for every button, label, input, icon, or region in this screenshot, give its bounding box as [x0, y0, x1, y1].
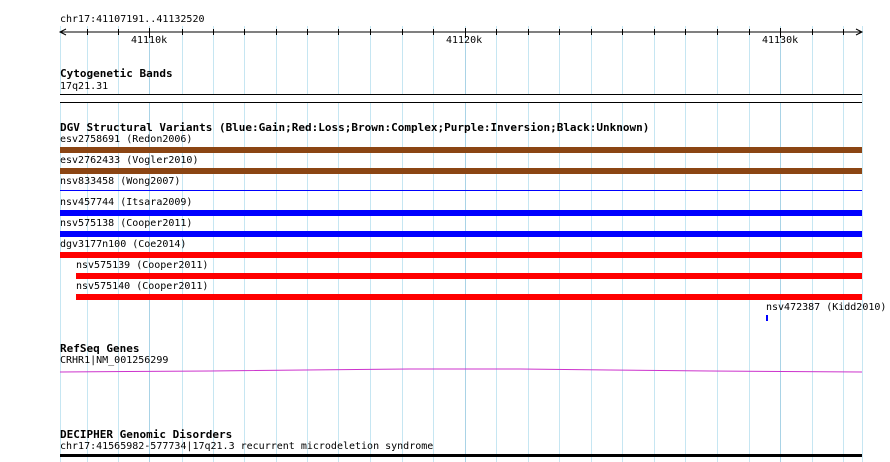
refseq-track-title: RefSeq Genes [60, 342, 140, 355]
variant-bar[interactable] [76, 273, 862, 279]
variant-label: nsv575140 (Cooper2011) [76, 281, 209, 292]
variant-label: esv2762433 (Vogler2010) [60, 155, 199, 166]
cytoband-bar[interactable] [60, 94, 862, 103]
decipher-item-label: chr17:41565982-577734|17q21.3 recurrent … [60, 441, 434, 452]
variant-label: nsv472387 (Kidd2010) [766, 302, 887, 313]
variant-label: nsv575138 (Cooper2011) [60, 218, 193, 229]
variant-label: esv2758691 (Redon2006) [60, 134, 193, 145]
variant-bar[interactable] [766, 315, 768, 321]
variant-bar[interactable] [76, 294, 862, 300]
dgv-track-title: DGV Structural Variants (Blue:Gain;Red:L… [60, 121, 650, 134]
variant-bar[interactable] [60, 147, 862, 153]
variant-label: nsv457744 (Itsara2009) [60, 197, 193, 208]
variant-bar[interactable] [60, 210, 862, 216]
ruler-axis [58, 28, 864, 38]
tick-label-41120k: 41120k [446, 35, 483, 46]
variant-label: dgv3177n100 (Coe2014) [60, 239, 187, 250]
variant-bar[interactable] [60, 252, 862, 258]
variant-label: nsv833458 (Wong2007) [60, 176, 181, 187]
cytoband-label: 17q21.31 [60, 81, 109, 92]
tick-label-41130k: 41130k [762, 35, 799, 46]
variant-bar[interactable] [60, 168, 862, 174]
cytoband-track-title: Cytogenetic Bands [60, 67, 173, 80]
gene-model[interactable] [0, 362, 890, 376]
variant-bar[interactable] [60, 190, 862, 191]
tick-label-41110k: 41110k [131, 35, 168, 46]
variant-label: nsv575139 (Cooper2011) [76, 260, 209, 271]
decipher-bar[interactable] [60, 454, 862, 457]
decipher-track-title: DECIPHER Genomic Disorders [60, 428, 233, 441]
variant-bar[interactable] [60, 231, 862, 237]
